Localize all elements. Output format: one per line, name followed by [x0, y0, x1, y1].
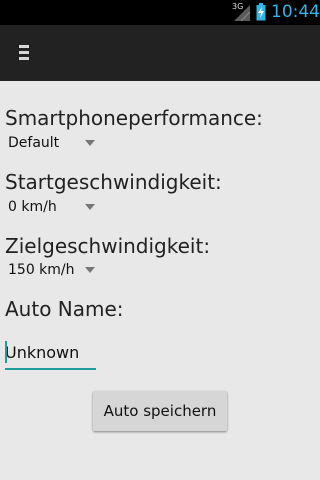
- text-cursor: [5, 341, 7, 363]
- performance-label: Smartphoneperformance:: [5, 106, 263, 130]
- dropdown-arrow-icon: [85, 267, 95, 273]
- target-speed-label: Zielgeschwindigkeit:: [5, 234, 211, 258]
- performance-spinner[interactable]: Default: [8, 132, 100, 154]
- performance-value: Default: [8, 135, 60, 151]
- action-bar: [0, 25, 320, 81]
- clock: 10:44: [271, 2, 320, 22]
- dropdown-arrow-icon: [85, 204, 95, 210]
- start-speed-value: 0 km/h: [8, 199, 57, 215]
- network-type-label: 3G: [232, 2, 244, 11]
- start-speed-spinner[interactable]: 0 km/h: [8, 196, 100, 218]
- car-name-label: Auto Name:: [5, 297, 124, 321]
- car-name-field[interactable]: [5, 338, 96, 370]
- status-bar: 3G 10:44: [0, 0, 320, 25]
- target-speed-value: 150 km/h: [8, 262, 75, 278]
- start-speed-label: Startgeschwindigkeit:: [5, 170, 222, 194]
- car-name-input[interactable]: [5, 340, 96, 364]
- dropdown-arrow-icon: [85, 140, 95, 146]
- save-car-button[interactable]: Auto speichern: [93, 391, 227, 431]
- target-speed-spinner[interactable]: 150 km/h: [8, 259, 100, 281]
- menu-icon[interactable]: [14, 43, 34, 63]
- battery-charging-icon: [256, 3, 266, 21]
